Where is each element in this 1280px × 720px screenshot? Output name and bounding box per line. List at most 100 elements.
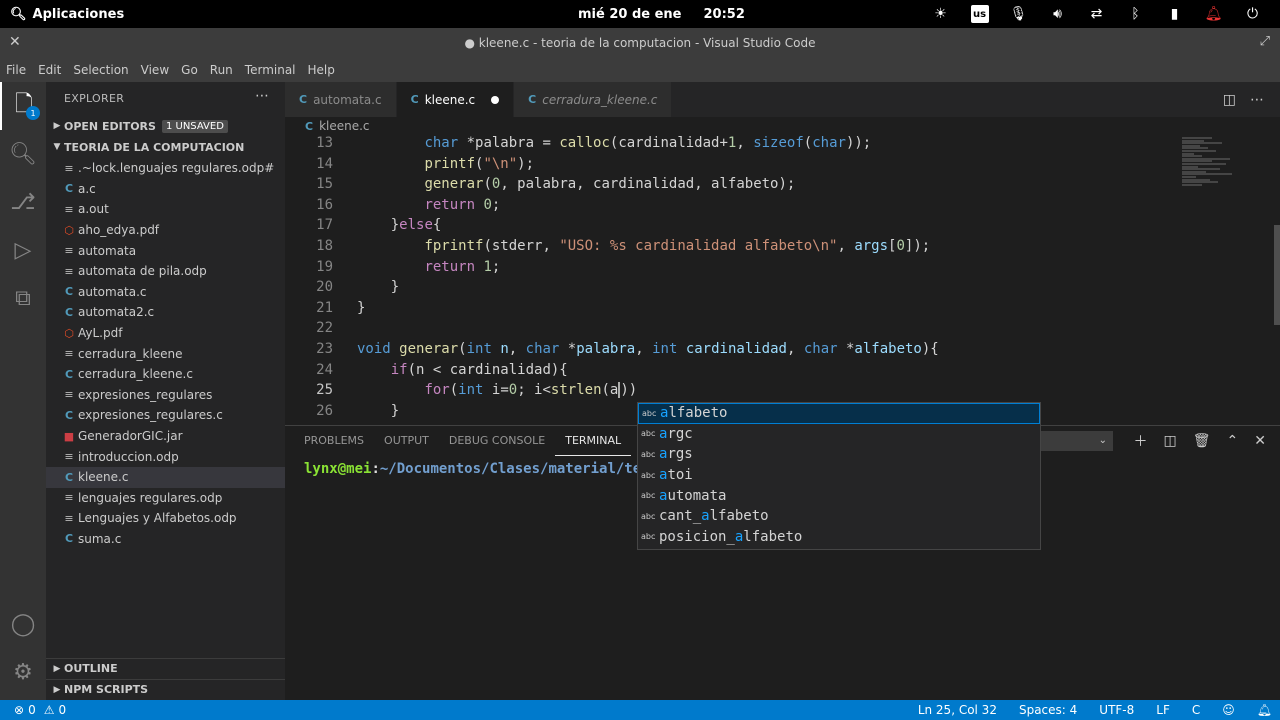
code-line[interactable]: 14 printf("\n");	[285, 154, 1165, 175]
network-icon[interactable]: ⇄	[1077, 0, 1116, 28]
file-item[interactable]: Ckleene.c	[46, 466, 285, 488]
code-line[interactable]: 19 return 1;	[285, 257, 1165, 278]
more-actions-icon[interactable]: ⋯	[255, 88, 269, 104]
file-item[interactable]: ≡ lenguajes regulares.odp	[46, 488, 285, 509]
outline-section[interactable]: ▶ OUTLINE	[46, 658, 285, 678]
file-item[interactable]: ≡ cerradura_kleene	[46, 343, 285, 364]
suggestion-item[interactable]: abc cant_ a lfabeto	[638, 506, 1040, 527]
close-icon[interactable]: ✕	[9, 34, 21, 50]
code-line[interactable]: 16 return 0;	[285, 195, 1165, 216]
file-item[interactable]: ≡ introduccion.odp	[46, 446, 285, 467]
power-icon[interactable]: ⏻	[1233, 0, 1272, 28]
suggestion-item[interactable]: abc a rgs	[638, 444, 1040, 465]
tab-terminal[interactable]: TERMINAL	[555, 426, 632, 456]
suggestion-item[interactable]: abc a rgc	[638, 424, 1040, 445]
cursor-position[interactable]: Ln 25, Col 32	[918, 703, 997, 717]
code-line[interactable]: 25 for(int i=0; i<strlen(a))	[285, 380, 1165, 401]
tab-kleene-c[interactable]: C kleene.c	[396, 82, 515, 117]
explorer-icon[interactable]: 🗋︎ 1	[0, 82, 46, 130]
battery-icon[interactable]: ▮	[1155, 0, 1194, 28]
file-item[interactable]: Cautomata2.c	[46, 302, 285, 323]
code-editor[interactable]: 13 char *palabra = calloc(cardinalidad+1…	[285, 135, 1280, 425]
npm-scripts-section[interactable]: ▶ NPM SCRIPTS	[46, 679, 285, 699]
menu-help[interactable]: Help	[302, 58, 341, 82]
language-mode[interactable]: C	[1192, 703, 1200, 717]
editor-scrollbar[interactable]	[1274, 225, 1280, 325]
code-line[interactable]: 22	[285, 318, 1165, 339]
notification-icon[interactable]: 🔔︎	[1194, 0, 1233, 28]
file-item[interactable]: ■ GeneradorGIC.jar	[46, 426, 285, 447]
bluetooth-icon[interactable]: ᛒ	[1116, 0, 1155, 28]
chevron-up-icon[interactable]: ⌃	[1227, 433, 1239, 449]
tab-cerradura-kleene-c[interactable]: C cerradura_kleene.c	[514, 82, 673, 117]
tab-output[interactable]: OUTPUT	[374, 426, 439, 456]
trash-icon[interactable]: 🗑︎	[1193, 433, 1211, 449]
close-panel-icon[interactable]: ✕	[1254, 433, 1266, 449]
menu-edit[interactable]: Edit	[32, 58, 67, 82]
file-item[interactable]: Cautomata.c	[46, 282, 285, 303]
keyboard-layout[interactable]: us	[960, 0, 999, 28]
file-item[interactable]: ⬡ aho_edya.pdf	[46, 220, 285, 241]
file-item[interactable]: Csuma.c	[46, 529, 285, 550]
file-item[interactable]: ≡ automata	[46, 240, 285, 261]
unsaved-dot-icon[interactable]	[491, 95, 500, 104]
menu-selection[interactable]: Selection	[67, 58, 134, 82]
gear-icon[interactable]: ⚙	[0, 648, 46, 696]
open-editors-section[interactable]: ▶ OPEN EDITORS 1 UNSAVED	[46, 115, 285, 137]
file-item[interactable]: ≡ a.out	[46, 199, 285, 220]
more-actions-icon[interactable]: ⋯	[1250, 92, 1264, 108]
microphone-icon[interactable]: 🎙︎	[999, 0, 1038, 28]
menu-file[interactable]: File	[0, 58, 32, 82]
code-line[interactable]: 24 if(n < cardinalidad){	[285, 360, 1165, 381]
tab-automata-c[interactable]: C automata.c	[285, 82, 397, 117]
account-icon[interactable]: ◯	[0, 600, 46, 648]
file-item[interactable]: ≡ expresiones_regulares	[46, 385, 285, 406]
tab-debug-console[interactable]: DEBUG CONSOLE	[439, 426, 555, 456]
code-line[interactable]: 15 generar(0, palabra, cardinalidad, alf…	[285, 174, 1165, 195]
menu-terminal[interactable]: Terminal	[239, 58, 302, 82]
terminal-prompt[interactable]: lynx@mei:~/Documentos/Clases/material/te	[304, 461, 641, 477]
code-line[interactable]: 17 }else{	[285, 215, 1165, 236]
brightness-icon[interactable]: ☀	[921, 0, 960, 28]
split-editor-icon[interactable]: ◫	[1223, 92, 1236, 108]
file-item[interactable]: Cexpresiones_regulares.c	[46, 405, 285, 426]
file-item[interactable]: ≡ automata de pila.odp	[46, 261, 285, 282]
end-of-line[interactable]: LF	[1156, 703, 1170, 717]
file-item[interactable]: Ccerradura_kleene.c	[46, 364, 285, 385]
file-item[interactable]: ⬡ AyL.pdf	[46, 323, 285, 344]
volume-icon[interactable]: 🔊︎	[1038, 0, 1077, 28]
run-debug-icon[interactable]: ▷	[0, 226, 46, 274]
clock[interactable]: mié 20 de ene 20:52	[578, 0, 745, 28]
split-terminal-icon[interactable]: ◫	[1164, 433, 1177, 449]
tab-problems[interactable]: PROBLEMS	[285, 426, 374, 456]
suggestion-item[interactable]: abc posicion_ a lfabeto	[638, 527, 1040, 548]
file-item[interactable]: ≡ Lenguajes y Alfabetos.odp	[46, 508, 285, 529]
suggestion-item[interactable]: abc a utomata	[638, 485, 1040, 506]
problems-status[interactable]: ⊗ 0 ⚠ 0	[14, 700, 66, 720]
menu-run[interactable]: Run	[204, 58, 239, 82]
file-item[interactable]: Ca.c	[46, 179, 285, 200]
breadcrumb[interactable]: C kleene.c	[285, 117, 1280, 135]
code-line[interactable]: 21}	[285, 298, 1165, 319]
code-line[interactable]: 18 fprintf(stderr, "USO: %s cardinalidad…	[285, 236, 1165, 257]
minimap[interactable]	[1172, 135, 1280, 425]
activities-button[interactable]: 🔍︎ Aplicaciones	[10, 0, 124, 28]
search-icon[interactable]: 🔍︎	[0, 130, 46, 178]
terminal-select[interactable]: ⌄	[1037, 431, 1113, 451]
suggestion-item[interactable]: abc a lfabeto	[638, 403, 1040, 424]
indentation[interactable]: Spaces: 4	[1019, 703, 1077, 717]
code-line[interactable]: 20 }	[285, 277, 1165, 298]
file-item[interactable]: ≡ .~lock.lenguajes regulares.odp#	[46, 158, 285, 179]
folder-section[interactable]: ▼ TEORIA DE LA COMPUTACION	[46, 136, 285, 158]
source-control-icon[interactable]: ⎇	[0, 178, 46, 226]
suggestion-item[interactable]: abc a toi	[638, 465, 1040, 486]
extensions-icon[interactable]: ⧉	[0, 274, 46, 322]
menu-go[interactable]: Go	[175, 58, 204, 82]
bell-icon[interactable]: 🔔︎	[1257, 703, 1272, 717]
code-line[interactable]: 13 char *palabra = calloc(cardinalidad+1…	[285, 135, 1165, 154]
new-terminal-icon[interactable]: ＋	[1134, 431, 1148, 451]
encoding[interactable]: UTF-8	[1099, 703, 1134, 717]
code-line[interactable]: 23 void generar(int n, char *palabra, int…	[285, 339, 1165, 360]
maximize-icon[interactable]: ⤢	[1260, 34, 1270, 49]
feedback-icon[interactable]: ☺	[1222, 703, 1235, 717]
